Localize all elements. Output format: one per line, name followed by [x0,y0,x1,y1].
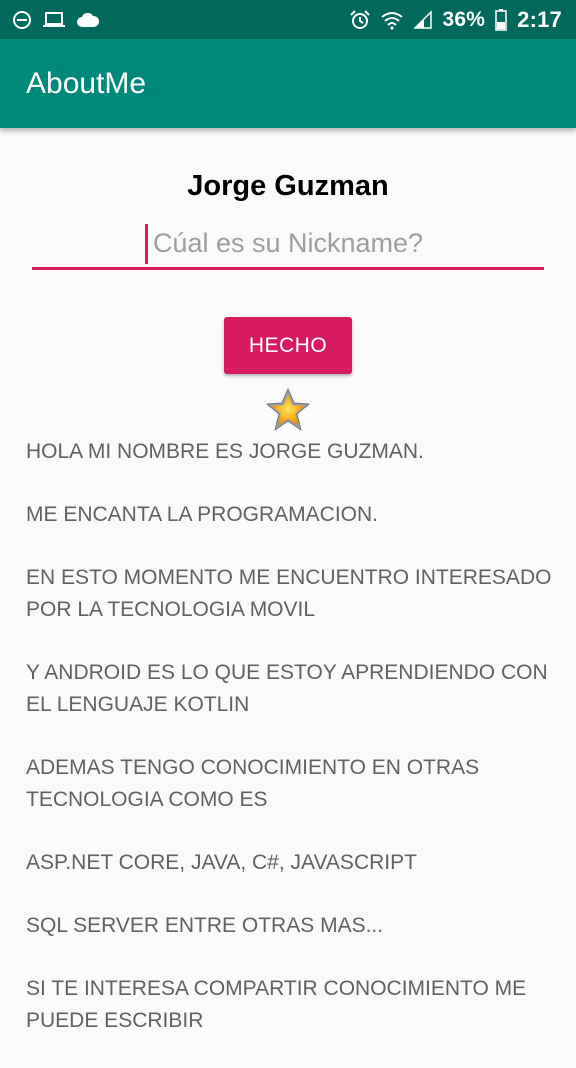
alarm-icon [349,9,370,29]
battery-percent: 36% [442,7,486,31]
bio-paragraph: SQL SERVER ENTRE OTRAS MAS... [26,914,384,937]
cloud-icon [77,12,100,27]
bio-paragraph: Y ANDROID ES LO QUE ESTOY APRENDIENDO CO… [26,661,548,716]
bio-paragraph: ME ENCANTA LA PROGRAMACION. [26,503,379,526]
wifi-icon [380,11,403,30]
nickname-input[interactable]: Cúal es su Nickname? [32,222,544,270]
signal-icon [412,9,432,29]
status-bar-right: 36% 2:17 [349,7,562,33]
clock: 2:17 [517,6,562,32]
bio-paragraph: HOLA MI NOMBRE ES JORGE GUZMAN. [26,440,424,463]
laptop-icon [43,11,65,27]
app-title: AboutMe [26,66,147,100]
bio-paragraph: ADEMAS TENGO CONOCIMIENTO EN OTRAS TECNO… [26,756,480,811]
status-bar: 36% 2:17 [0,0,576,39]
bio-paragraph: EN ESTO MOMENTO ME ENCUENTRO INTERESADO … [26,566,552,621]
status-bar-left [12,10,100,30]
star-icon [266,388,310,431]
nickname-placeholder: Cúal es su Nickname? [152,228,424,258]
profile-name: Jorge Guzman [187,170,389,202]
bio-text: HOLA MI NOMBRE ES JORGE GUZMAN. ME ENCAN… [26,436,556,1068]
bio-paragraph: ASP.NET CORE, JAVA, C#, JAVASCRIPT [26,851,417,874]
bio-paragraph: SI TE INTERESA COMPARTIR CONOCIMIENTO ME… [26,977,527,1032]
app-bar: AboutMe [0,39,576,128]
battery-icon [495,8,507,31]
done-button[interactable]: HECHO [224,317,352,374]
minus-circle-icon [13,10,31,29]
